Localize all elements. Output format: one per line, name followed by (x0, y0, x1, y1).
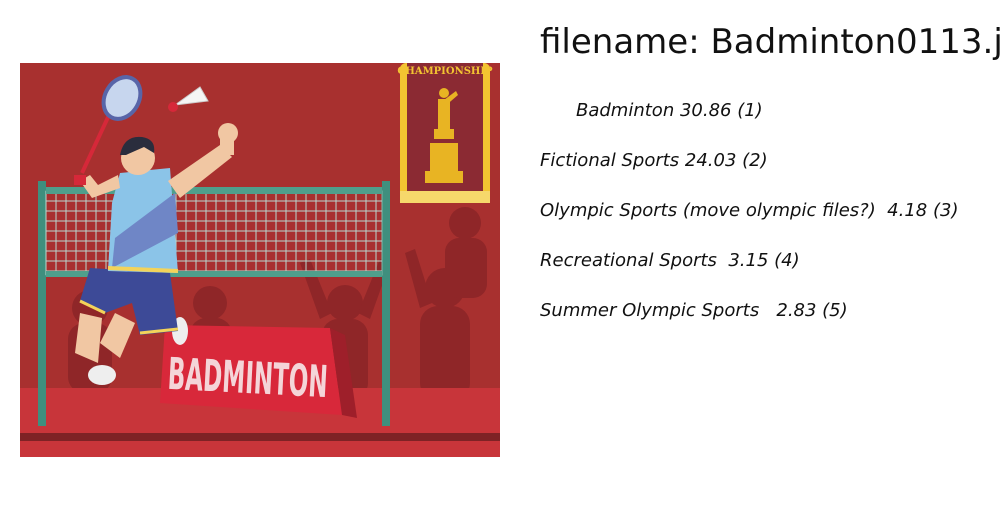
badminton-scene: CHAMPIONSHIP BADMINTON (20, 63, 500, 457)
banner-label: CHAMPIONSHIP (397, 66, 493, 77)
net-post-left (38, 181, 46, 426)
floor-stripe (20, 433, 500, 441)
prediction-item: Summer Olympic Sports 2.83 (5) (540, 300, 848, 321)
prediction-item: Fictional Sports 24.03 (2) (540, 150, 768, 171)
prediction-list: Badminton 30.86 (1) Fictional Sports 24.… (540, 100, 958, 350)
sign-label: BADMINTON (166, 349, 328, 408)
filename-title: filename: Badminton0113.jp (540, 22, 1000, 62)
championship-banner: CHAMPIONSHIP (397, 63, 493, 203)
net-post-right (382, 181, 390, 426)
badminton-illustration: CHAMPIONSHIP BADMINTON (20, 63, 500, 457)
shoe-left (88, 365, 116, 385)
prediction-item: Olympic Sports (move olympic files?) 4.1… (540, 200, 959, 221)
prediction-item: Badminton 30.86 (1) (576, 100, 763, 121)
prediction-item: Recreational Sports 3.15 (4) (540, 250, 800, 271)
badminton-sign: BADMINTON (160, 325, 357, 418)
